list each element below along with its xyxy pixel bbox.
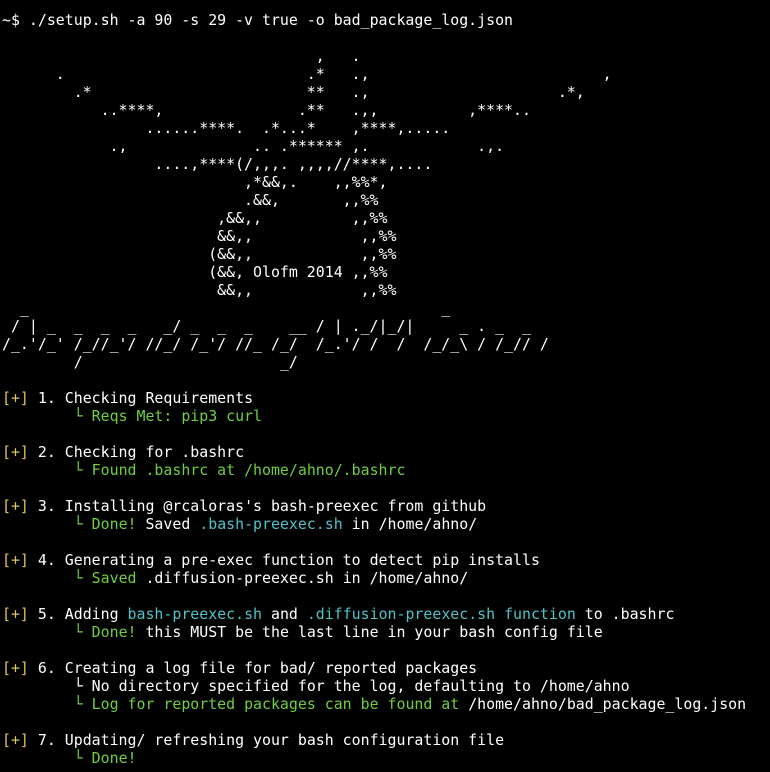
step-7-detail: └ Done! — [2, 749, 770, 767]
step-4-detail: └ Saved .diffusion-preexec.sh in /home/a… — [2, 569, 770, 587]
detail-text: Reqs Met: pip3 curl — [82, 407, 263, 425]
step-6-detail: └ Log for reported packages can be found… — [2, 695, 770, 713]
terminal-output: ~$ ./setup.sh -a 90 -s 29 -v true -o bad… — [2, 11, 770, 767]
step-5-title: [+] 5. Adding bash-preexec.sh and .diffu… — [2, 605, 770, 623]
step-7-title: [+] 7. Updating/ refreshing your bash co… — [2, 731, 770, 749]
step-2-title: [+] 2. Checking for .bashrc — [2, 443, 770, 461]
tree-branch-icon: └ — [73, 569, 83, 587]
step-marker: [+] — [2, 731, 29, 749]
step-marker: [+] — [2, 659, 29, 677]
tree-branch-icon: └ — [73, 677, 83, 695]
step-title: 4. Generating a pre-exec function to det… — [28, 551, 540, 569]
tree-branch-icon: └ — [73, 749, 83, 767]
title-file: .diffusion-preexec.sh — [306, 605, 496, 623]
detail-text: Saved — [136, 515, 200, 533]
detail-tail: in /home/ahno/ — [342, 515, 478, 533]
step-title: 5. Adding — [28, 605, 128, 623]
detail-text: /home/ahno/bad_package_log.json — [459, 695, 747, 713]
step-3-detail: └ Done! Saved .bash-preexec.sh in /home/… — [2, 515, 770, 533]
detail-status: Log for reported packages can be found a… — [82, 695, 460, 713]
tree-branch-icon: └ — [73, 695, 83, 713]
step-title: 3. Installing @rcaloras's bash-preexec f… — [28, 497, 487, 515]
command-text: ./setup.sh -a 90 -s 29 -v true -o bad_pa… — [19, 11, 514, 29]
step-6-title: [+] 6. Creating a log file for bad/ repo… — [2, 659, 770, 677]
step-marker: [+] — [2, 443, 29, 461]
step-5-detail: └ Done! this MUST be the last line in yo… — [2, 623, 770, 641]
step-marker: [+] — [2, 497, 29, 515]
title-function: function — [495, 605, 576, 623]
step-4-title: [+] 4. Generating a pre-exec function to… — [2, 551, 770, 569]
tree-branch-icon: └ — [73, 461, 83, 479]
detail-text: Found .bashrc at /home/ahno/.bashrc — [82, 461, 406, 479]
step-title: 2. Checking for .bashrc — [28, 443, 245, 461]
step-title: 7. Updating/ refreshing your bash config… — [28, 731, 505, 749]
detail-text: this MUST be the last line in your bash … — [136, 623, 603, 641]
title-file: bash-preexec.sh — [127, 605, 263, 623]
prompt-symbol: ~$ — [2, 11, 20, 29]
tree-branch-icon: └ — [73, 515, 83, 533]
tree-branch-icon: └ — [73, 623, 83, 641]
tree-branch-icon: └ — [73, 407, 83, 425]
detail-status: Done! — [82, 623, 137, 641]
title-mid: and — [262, 605, 307, 623]
step-2-detail: └ Found .bashrc at /home/ahno/.bashrc — [2, 461, 770, 479]
step-1-detail: └ Reqs Met: pip3 curl — [2, 407, 770, 425]
ascii-banner: , . . .* ., , .* ** ., .*, ..****, .** .… — [2, 47, 612, 371]
step-title: 1. Checking Requirements — [28, 389, 254, 407]
prompt-line: ~$ ./setup.sh -a 90 -s 29 -v true -o bad… — [2, 11, 770, 29]
detail-status: Done! — [82, 515, 137, 533]
step-marker: [+] — [2, 551, 29, 569]
detail-text: No directory specified for the log, defa… — [82, 677, 630, 695]
detail-status: Saved — [82, 569, 137, 587]
detail-text: .diffusion-preexec.sh in /home/ahno/ — [136, 569, 469, 587]
title-end: to .bashrc — [575, 605, 675, 623]
step-title: 6. Creating a log file for bad/ reported… — [28, 659, 478, 677]
step-1-title: [+] 1. Checking Requirements — [2, 389, 770, 407]
step-3-title: [+] 3. Installing @rcaloras's bash-preex… — [2, 497, 770, 515]
step-6-detail: └ No directory specified for the log, de… — [2, 677, 770, 695]
step-marker: [+] — [2, 389, 29, 407]
detail-file: .bash-preexec.sh — [199, 515, 343, 533]
step-marker: [+] — [2, 605, 29, 623]
detail-status: Done! — [82, 749, 137, 767]
